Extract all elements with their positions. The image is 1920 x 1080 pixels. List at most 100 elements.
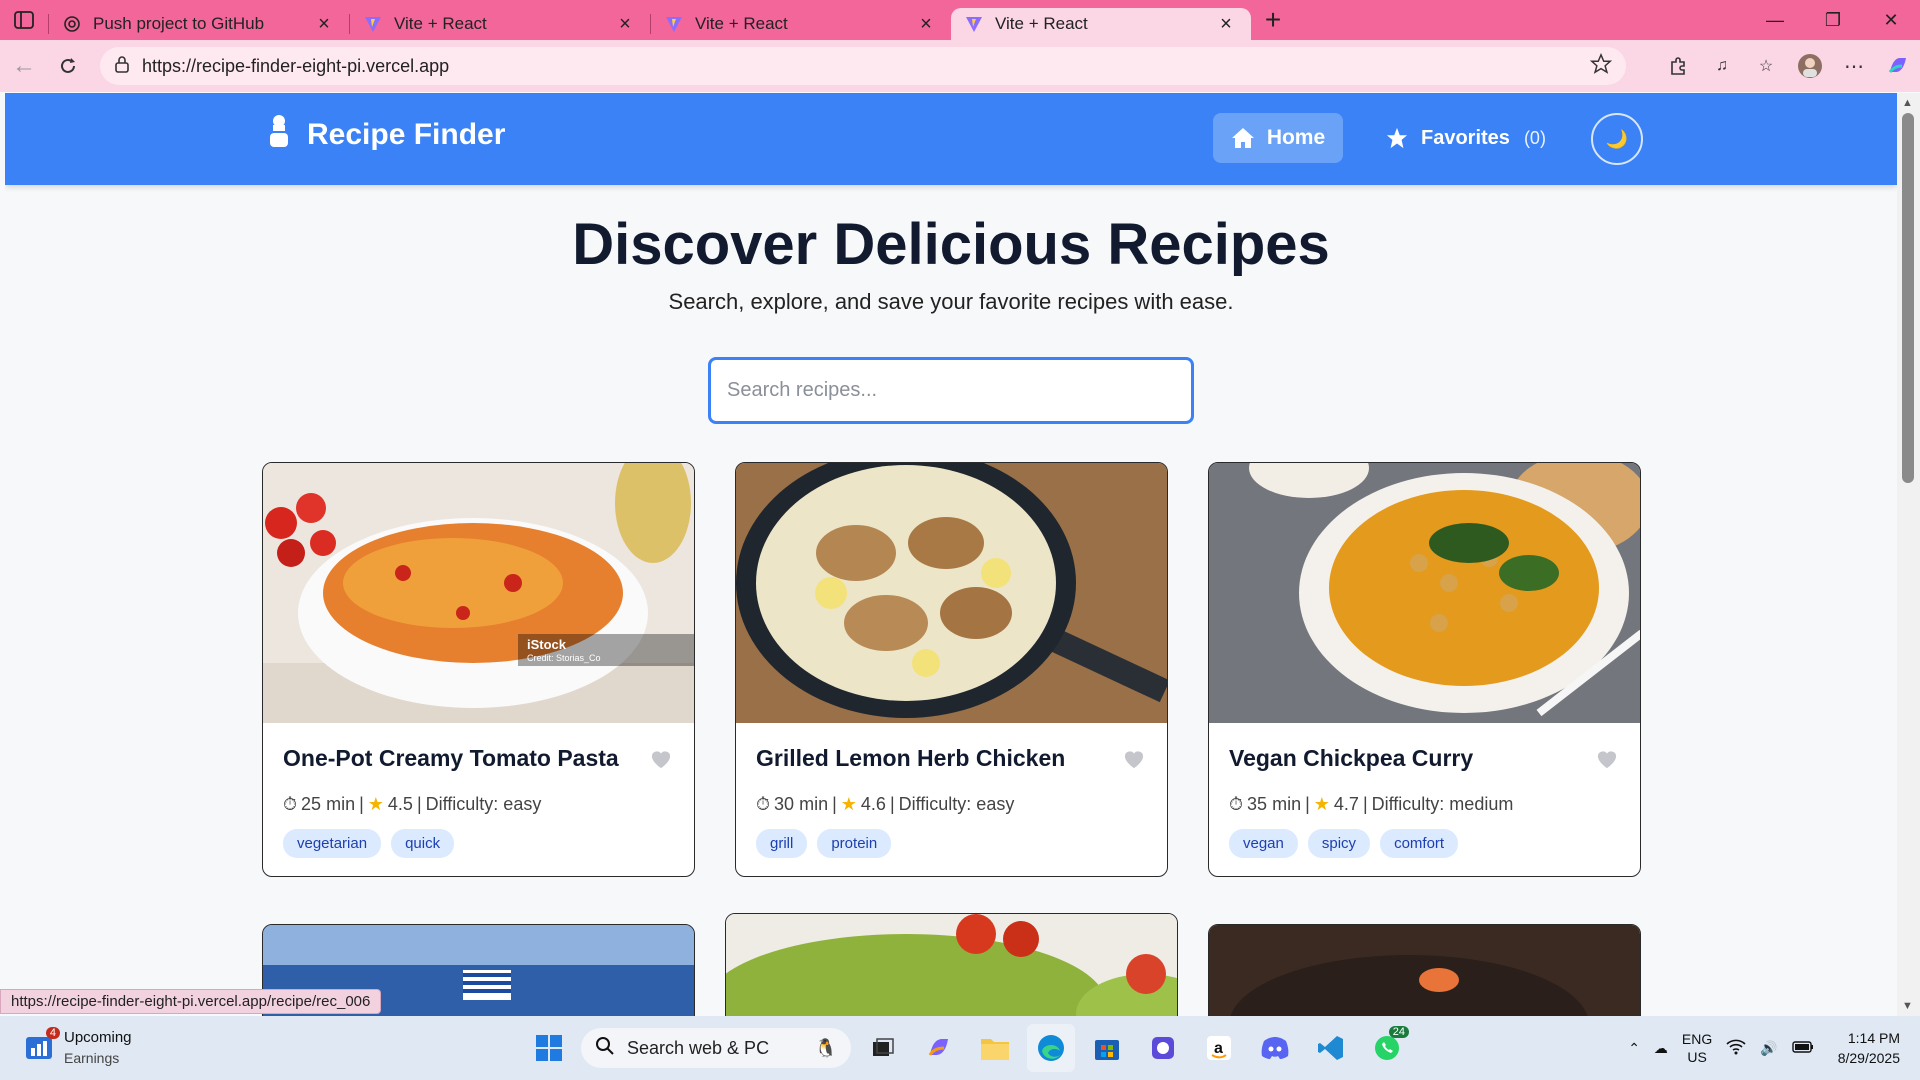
taskbar-search[interactable]: Search web & PC 🐧 (581, 1028, 851, 1068)
recipe-title[interactable]: Grilled Lemon Herb Chicken (756, 745, 1065, 772)
clock[interactable]: 1:14 PM 8/29/2025 (1838, 1028, 1900, 1068)
discord-icon[interactable] (1251, 1024, 1299, 1072)
tag[interactable]: quick (391, 829, 455, 858)
stopwatch-icon: ⏱ (283, 794, 298, 814)
sidebar-toggle-icon[interactable] (0, 0, 48, 40)
recipe-time: 30 min (774, 794, 829, 814)
battery-icon[interactable] (1792, 1040, 1814, 1057)
wifi-icon[interactable] (1726, 1039, 1746, 1058)
search-input[interactable] (708, 357, 1194, 424)
edge-browser-icon[interactable] (1027, 1024, 1075, 1072)
recipe-image-shrimp[interactable] (1209, 925, 1641, 1016)
theme-toggle-button[interactable]: 🌙 (1591, 113, 1643, 165)
chevron-up-icon[interactable]: ⌃ (1628, 1040, 1640, 1057)
recipe-image-curry[interactable] (1209, 463, 1640, 723)
hero-subtitle: Search, explore, and save your favorite … (668, 289, 1234, 314)
whatsapp-icon[interactable]: 24 (1363, 1024, 1411, 1072)
recipe-image-guacamole[interactable] (726, 914, 1178, 1016)
brand-logo[interactable]: Recipe Finder (267, 115, 505, 155)
amazon-icon[interactable]: a (1195, 1024, 1243, 1072)
star-icon: ★ (840, 794, 857, 814)
recipe-time: 25 min (301, 794, 356, 814)
task-view-icon[interactable] (859, 1024, 907, 1072)
search-icon (595, 1036, 615, 1061)
recipe-title[interactable]: One-Pot Creamy Tomato Pasta (283, 745, 619, 772)
close-icon[interactable]: × (1215, 13, 1237, 35)
vscode-icon[interactable] (1307, 1024, 1355, 1072)
tab-0[interactable]: Push project to GitHub × (49, 8, 349, 40)
file-explorer-icon[interactable] (971, 1024, 1019, 1072)
recipe-card-partial[interactable] (1208, 924, 1641, 1016)
widgets-button[interactable]: 4 Upcoming Earnings (24, 1027, 132, 1068)
close-icon[interactable]: × (915, 13, 937, 35)
close-window-icon[interactable]: ✕ (1862, 0, 1920, 40)
tag[interactable]: protein (817, 829, 892, 858)
meta-separator: | (832, 794, 837, 814)
url-bar[interactable]: https://recipe-finder-eight-pi.vercel.ap… (100, 47, 1626, 85)
scrollbar-thumb[interactable] (1902, 113, 1914, 483)
url-text[interactable]: https://recipe-finder-eight-pi.vercel.ap… (142, 56, 1590, 77)
recipe-rating: 4.5 (387, 794, 413, 814)
tab-3-active[interactable]: Vite + React × (951, 8, 1251, 40)
recipe-card[interactable]: Vegan Chickpea Curry ⏱ 35 min | ★ 4.7 | … (1208, 462, 1641, 877)
nav-home-button[interactable]: Home (1213, 113, 1343, 163)
nav-favorites-button[interactable]: Favorites (0) (1385, 113, 1546, 163)
link-status-url: https://recipe-finder-eight-pi.vercel.ap… (0, 989, 382, 1014)
tab-2[interactable]: Vite + React × (651, 8, 951, 40)
meta-separator: | (889, 794, 895, 814)
close-icon[interactable]: × (313, 13, 335, 35)
back-arrow-icon[interactable]: ← (2, 46, 46, 86)
restore-icon[interactable]: ❐ (1804, 0, 1862, 40)
extensions-icon[interactable] (1656, 46, 1700, 86)
heart-icon[interactable] (648, 746, 674, 772)
scroll-up-icon[interactable]: ▲ (1902, 97, 1913, 109)
weather-icon[interactable]: ☁ (1654, 1040, 1668, 1057)
microsoft-store-icon[interactable] (1083, 1024, 1131, 1072)
profile-avatar[interactable] (1788, 46, 1832, 86)
favorite-star-icon[interactable] (1589, 52, 1613, 80)
heart-icon[interactable] (1594, 746, 1620, 772)
copilot-icon[interactable] (1876, 46, 1920, 86)
stocks-chart-icon: 4 (24, 1027, 60, 1063)
tab-1[interactable]: Vite + React × (350, 8, 650, 40)
image-watermark: iStock (527, 637, 567, 652)
browser-toolbar: ♫ ☆ ⋯ (1656, 40, 1920, 92)
volume-icon[interactable]: 🔊 (1760, 1040, 1777, 1057)
media-control-icon[interactable]: ♫ (1700, 46, 1744, 86)
tag[interactable]: grill (756, 829, 808, 858)
recipe-image-chicken[interactable] (736, 463, 1167, 723)
close-icon[interactable]: × (614, 13, 636, 35)
heart-icon[interactable] (1121, 746, 1147, 772)
recipe-card[interactable]: iStock Credit: Storias_Co One-Pot Creamy… (262, 462, 695, 877)
page-scrollbar[interactable]: ▲ ▼ (1897, 93, 1920, 1016)
recipe-title[interactable]: Vegan Chickpea Curry (1229, 745, 1473, 772)
tag[interactable]: vegan (1229, 829, 1298, 858)
site-info-icon[interactable] (114, 55, 130, 78)
meta-separator: | (1362, 794, 1368, 814)
language-indicator[interactable]: ENG US (1682, 1030, 1712, 1066)
tag[interactable]: spicy (1307, 829, 1371, 858)
favorites-collection-icon[interactable]: ☆ (1744, 46, 1788, 86)
recipe-image-pasta[interactable]: iStock Credit: Storias_Co (263, 463, 694, 723)
new-tab-button[interactable]: + (1251, 0, 1295, 40)
windows-start-icon[interactable] (525, 1024, 573, 1072)
recipe-card-partial[interactable] (725, 913, 1178, 1016)
recipe-card[interactable]: Grilled Lemon Herb Chicken ⏱ 30 min | ★ … (735, 462, 1168, 877)
tag[interactable]: comfort (1380, 829, 1459, 858)
more-menu-icon[interactable]: ⋯ (1832, 46, 1876, 86)
lang-top: ENG (1681, 1031, 1713, 1047)
reload-icon[interactable] (46, 46, 90, 86)
taskbar-search-label: Search web & PC (627, 1037, 770, 1058)
copilot-app-icon[interactable] (915, 1024, 963, 1072)
widget-title: Upcoming (64, 1029, 132, 1046)
recipe-rating: 4.6 (860, 794, 886, 814)
window-controls: — ❐ ✕ (1746, 0, 1920, 40)
openai-icon (63, 15, 81, 33)
minimize-icon[interactable]: — (1746, 0, 1804, 40)
page-viewport: Recipe Finder Home Favorites (0) 🌙 Disco… (5, 93, 1897, 1016)
scroll-down-icon[interactable]: ▼ (1902, 1000, 1913, 1012)
browser-tab-bar: Push project to GitHub × Vite + React × … (0, 0, 1920, 40)
tag[interactable]: vegetarian (283, 829, 382, 858)
app-icon[interactable] (1139, 1024, 1187, 1072)
tab-title: Vite + React (695, 14, 788, 33)
